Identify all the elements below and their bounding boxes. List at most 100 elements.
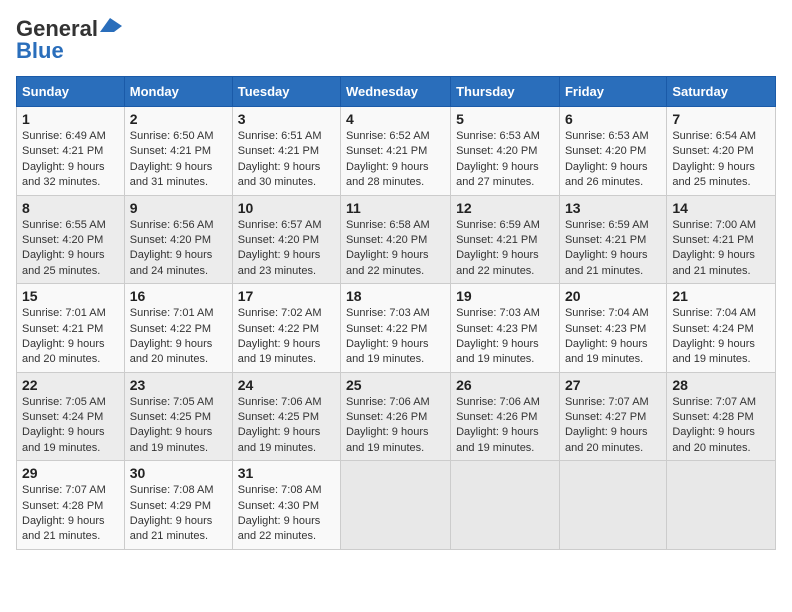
day-info: Sunrise: 7:05 AM Sunset: 4:24 PM Dayligh… [22,395,119,457]
calendar-cell: 7 Sunrise: 6:54 AM Sunset: 4:20 PM Dayli… [667,107,776,196]
sunrise-label: Sunrise: 7:07 AM [22,484,106,496]
day-info: Sunrise: 7:08 AM Sunset: 4:29 PM Dayligh… [130,483,227,545]
daylight-label: Daylight: 9 hours and 28 minutes. [346,161,429,188]
sunrise-label: Sunrise: 6:55 AM [22,219,106,231]
sunrise-label: Sunrise: 7:06 AM [456,396,540,408]
sunset-label: Sunset: 4:23 PM [565,323,646,335]
day-info: Sunrise: 6:54 AM Sunset: 4:20 PM Dayligh… [672,129,770,191]
day-info: Sunrise: 6:59 AM Sunset: 4:21 PM Dayligh… [456,218,554,280]
calendar-cell: 6 Sunrise: 6:53 AM Sunset: 4:20 PM Dayli… [559,107,666,196]
calendar-cell: 2 Sunrise: 6:50 AM Sunset: 4:21 PM Dayli… [124,107,232,196]
sunrise-label: Sunrise: 7:07 AM [565,396,649,408]
day-info: Sunrise: 6:49 AM Sunset: 4:21 PM Dayligh… [22,129,119,191]
calendar-cell: 9 Sunrise: 6:56 AM Sunset: 4:20 PM Dayli… [124,195,232,284]
calendar-week-1: 1 Sunrise: 6:49 AM Sunset: 4:21 PM Dayli… [17,107,776,196]
calendar-cell: 15 Sunrise: 7:01 AM Sunset: 4:21 PM Dayl… [17,284,125,373]
sunrise-label: Sunrise: 7:00 AM [672,219,756,231]
sunrise-label: Sunrise: 7:07 AM [672,396,756,408]
calendar-table: SundayMondayTuesdayWednesdayThursdayFrid… [16,76,776,550]
daylight-label: Daylight: 9 hours and 19 minutes. [456,338,539,365]
sunrise-label: Sunrise: 6:58 AM [346,219,430,231]
sunset-label: Sunset: 4:21 PM [346,145,427,157]
day-info: Sunrise: 7:04 AM Sunset: 4:24 PM Dayligh… [672,306,770,368]
calendar-cell: 27 Sunrise: 7:07 AM Sunset: 4:27 PM Dayl… [559,372,666,461]
daylight-label: Daylight: 9 hours and 25 minutes. [672,161,755,188]
sunset-label: Sunset: 4:22 PM [130,323,211,335]
calendar-cell [667,461,776,550]
sunrise-label: Sunrise: 7:08 AM [130,484,214,496]
calendar-cell: 13 Sunrise: 6:59 AM Sunset: 4:21 PM Dayl… [559,195,666,284]
day-info: Sunrise: 7:03 AM Sunset: 4:22 PM Dayligh… [346,306,445,368]
sunset-label: Sunset: 4:20 PM [565,145,646,157]
sunset-label: Sunset: 4:29 PM [130,500,211,512]
day-number: 1 [22,111,119,127]
daylight-label: Daylight: 9 hours and 30 minutes. [238,161,321,188]
sunrise-label: Sunrise: 7:05 AM [22,396,106,408]
daylight-label: Daylight: 9 hours and 21 minutes. [565,249,648,276]
daylight-label: Daylight: 9 hours and 25 minutes. [22,249,105,276]
day-number: 11 [346,200,445,216]
sunset-label: Sunset: 4:27 PM [565,411,646,423]
day-info: Sunrise: 7:08 AM Sunset: 4:30 PM Dayligh… [238,483,335,545]
day-info: Sunrise: 7:06 AM Sunset: 4:25 PM Dayligh… [238,395,335,457]
calendar-cell: 19 Sunrise: 7:03 AM Sunset: 4:23 PM Dayl… [451,284,560,373]
day-info: Sunrise: 7:04 AM Sunset: 4:23 PM Dayligh… [565,306,661,368]
sunset-label: Sunset: 4:21 PM [238,145,319,157]
calendar-cell: 16 Sunrise: 7:01 AM Sunset: 4:22 PM Dayl… [124,284,232,373]
day-number: 26 [456,377,554,393]
calendar-week-5: 29 Sunrise: 7:07 AM Sunset: 4:28 PM Dayl… [17,461,776,550]
col-header-sunday: Sunday [17,77,125,107]
col-header-friday: Friday [559,77,666,107]
day-number: 15 [22,288,119,304]
day-number: 23 [130,377,227,393]
sunrise-label: Sunrise: 6:53 AM [456,130,540,142]
day-number: 14 [672,200,770,216]
day-number: 17 [238,288,335,304]
daylight-label: Daylight: 9 hours and 19 minutes. [672,338,755,365]
day-number: 24 [238,377,335,393]
day-info: Sunrise: 7:06 AM Sunset: 4:26 PM Dayligh… [456,395,554,457]
daylight-label: Daylight: 9 hours and 22 minutes. [238,515,321,542]
day-number: 22 [22,377,119,393]
day-number: 10 [238,200,335,216]
calendar-cell: 12 Sunrise: 6:59 AM Sunset: 4:21 PM Dayl… [451,195,560,284]
sunrise-label: Sunrise: 6:51 AM [238,130,322,142]
day-info: Sunrise: 6:57 AM Sunset: 4:20 PM Dayligh… [238,218,335,280]
sunset-label: Sunset: 4:22 PM [238,323,319,335]
daylight-label: Daylight: 9 hours and 21 minutes. [22,515,105,542]
sunset-label: Sunset: 4:25 PM [238,411,319,423]
day-info: Sunrise: 7:05 AM Sunset: 4:25 PM Dayligh… [130,395,227,457]
calendar-cell: 10 Sunrise: 6:57 AM Sunset: 4:20 PM Dayl… [232,195,340,284]
calendar-cell: 5 Sunrise: 6:53 AM Sunset: 4:20 PM Dayli… [451,107,560,196]
calendar-cell: 20 Sunrise: 7:04 AM Sunset: 4:23 PM Dayl… [559,284,666,373]
calendar-cell: 21 Sunrise: 7:04 AM Sunset: 4:24 PM Dayl… [667,284,776,373]
sunset-label: Sunset: 4:24 PM [672,323,753,335]
day-info: Sunrise: 6:50 AM Sunset: 4:21 PM Dayligh… [130,129,227,191]
calendar-cell: 29 Sunrise: 7:07 AM Sunset: 4:28 PM Dayl… [17,461,125,550]
sunset-label: Sunset: 4:21 PM [22,323,103,335]
day-info: Sunrise: 7:02 AM Sunset: 4:22 PM Dayligh… [238,306,335,368]
sunrise-label: Sunrise: 7:04 AM [565,307,649,319]
sunrise-label: Sunrise: 6:56 AM [130,219,214,231]
sunrise-label: Sunrise: 6:50 AM [130,130,214,142]
logo-blue: Blue [16,38,64,64]
sunrise-label: Sunrise: 6:54 AM [672,130,756,142]
daylight-label: Daylight: 9 hours and 19 minutes. [346,426,429,453]
day-info: Sunrise: 6:55 AM Sunset: 4:20 PM Dayligh… [22,218,119,280]
day-info: Sunrise: 7:03 AM Sunset: 4:23 PM Dayligh… [456,306,554,368]
day-info: Sunrise: 7:07 AM Sunset: 4:28 PM Dayligh… [22,483,119,545]
sunrise-label: Sunrise: 6:59 AM [456,219,540,231]
calendar-cell: 31 Sunrise: 7:08 AM Sunset: 4:30 PM Dayl… [232,461,340,550]
calendar-cell [559,461,666,550]
sunset-label: Sunset: 4:24 PM [22,411,103,423]
daylight-label: Daylight: 9 hours and 22 minutes. [346,249,429,276]
sunset-label: Sunset: 4:23 PM [456,323,537,335]
calendar-cell: 18 Sunrise: 7:03 AM Sunset: 4:22 PM Dayl… [340,284,450,373]
sunrise-label: Sunrise: 7:03 AM [346,307,430,319]
calendar-cell: 30 Sunrise: 7:08 AM Sunset: 4:29 PM Dayl… [124,461,232,550]
sunset-label: Sunset: 4:20 PM [456,145,537,157]
sunrise-label: Sunrise: 6:59 AM [565,219,649,231]
day-number: 30 [130,465,227,481]
daylight-label: Daylight: 9 hours and 19 minutes. [346,338,429,365]
day-number: 8 [22,200,119,216]
